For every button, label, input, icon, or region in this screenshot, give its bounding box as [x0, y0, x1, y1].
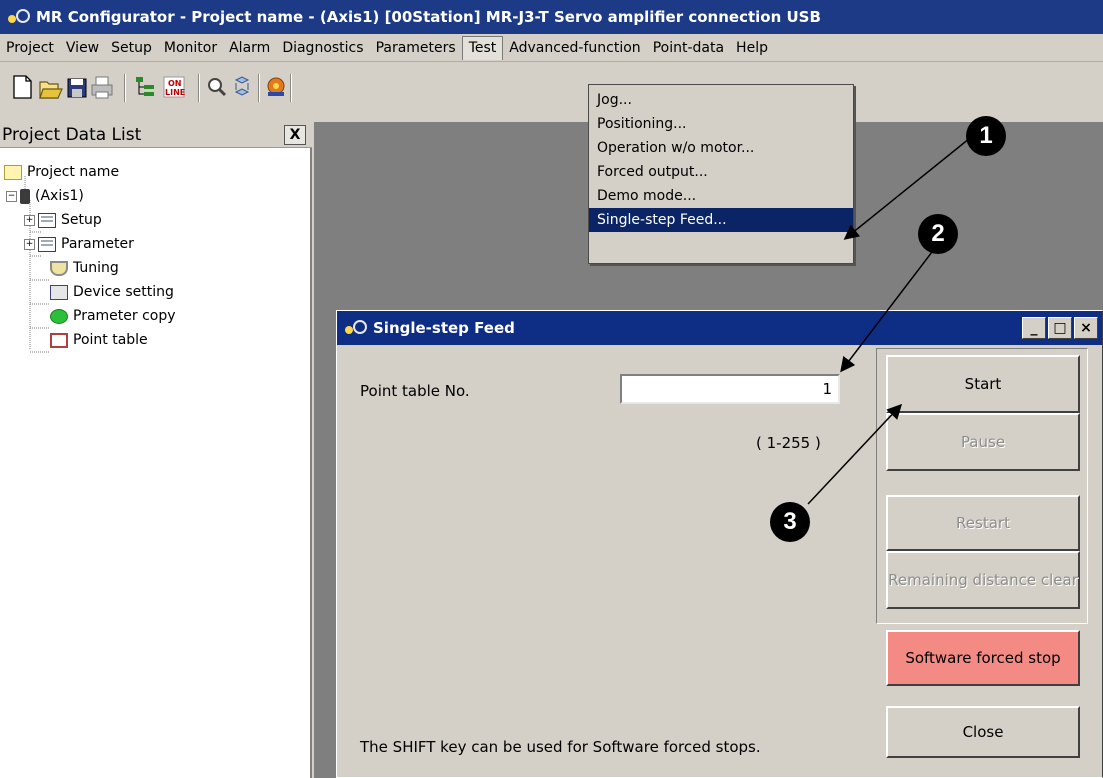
- menu-point-data[interactable]: Point-data: [647, 36, 730, 60]
- app-icon: [8, 9, 30, 25]
- tree-icon[interactable]: [136, 77, 154, 96]
- tree-item-parameter-copy[interactable]: Prameter copy: [50, 306, 176, 326]
- app-title: MR Configurator - Project name - (Axis1)…: [36, 8, 821, 26]
- point-table-label: Point table No.: [360, 382, 470, 400]
- collapse-icon[interactable]: −: [6, 190, 17, 202]
- expand-icon[interactable]: +: [24, 238, 35, 250]
- document-icon: [38, 212, 56, 228]
- tree-label-project: Project name: [27, 164, 120, 180]
- app-title-bar: MR Configurator - Project name - (Axis1)…: [0, 0, 1103, 34]
- minimize-icon[interactable]: _: [1022, 317, 1046, 339]
- tree-label-parameter: Parameter: [61, 236, 134, 252]
- tree-item-tuning[interactable]: Tuning: [50, 258, 119, 278]
- project-tree: Project name − (Axis1) + Setup + Paramet…: [0, 150, 310, 770]
- tuning-icon: [50, 260, 68, 276]
- device-setting-icon: [50, 284, 68, 300]
- project-data-panel: Project Data List X Project name − (Axis…: [0, 122, 312, 778]
- menu-item-jog[interactable]: Jog...: [589, 88, 853, 112]
- new-icon[interactable]: [13, 75, 32, 99]
- menu-parameters[interactable]: Parameters: [370, 36, 462, 60]
- tree-label-point-table: Point table: [73, 332, 148, 348]
- dialog-title-bar: Single-step Feed _ □ ×: [337, 311, 1102, 345]
- close-button[interactable]: Close: [886, 706, 1080, 758]
- settings-icon[interactable]: [267, 77, 285, 96]
- restart-button[interactable]: Restart: [886, 495, 1080, 551]
- menu-diagnostics[interactable]: Diagnostics: [276, 36, 369, 60]
- toolbar-icons: ON LINE: [13, 74, 292, 102]
- menu-setup[interactable]: Setup: [105, 36, 158, 60]
- save-icon[interactable]: [67, 78, 87, 98]
- menu-monitor[interactable]: Monitor: [158, 36, 223, 60]
- tree-item-parameter[interactable]: + Parameter: [24, 234, 134, 254]
- remaining-distance-clear-button[interactable]: Remaining distance clear: [886, 551, 1080, 609]
- tree-label-device-setting: Device setting: [73, 284, 174, 300]
- tree-item-point-table[interactable]: Point table: [50, 330, 148, 350]
- pause-button[interactable]: Pause: [886, 413, 1080, 471]
- tree-label-axis: (Axis1): [35, 188, 84, 204]
- software-forced-stop-button[interactable]: Software forced stop: [886, 630, 1080, 686]
- document-icon: [38, 236, 56, 252]
- tree-item-device-setting[interactable]: Device setting: [50, 282, 174, 302]
- expand-icon[interactable]: +: [24, 214, 35, 226]
- tree-item-project[interactable]: Project name: [4, 162, 119, 182]
- maximize-icon[interactable]: □: [1048, 317, 1072, 339]
- svg-text:ON: ON: [168, 79, 182, 88]
- toolbar: ON LINE: [0, 62, 1103, 122]
- parameter-copy-icon: [50, 308, 68, 324]
- menu-item-positioning[interactable]: Positioning...: [589, 112, 853, 136]
- tree-label-tuning: Tuning: [73, 260, 119, 276]
- menu-project[interactable]: Project: [0, 36, 60, 60]
- menu-item-operation-wo-motor[interactable]: Operation w/o motor...: [589, 136, 853, 160]
- tree-label-setup: Setup: [61, 212, 102, 228]
- online-icon[interactable]: ON LINE: [163, 76, 185, 98]
- search-icon[interactable]: [208, 78, 227, 97]
- start-button[interactable]: Start: [886, 355, 1080, 413]
- menu-help[interactable]: Help: [730, 36, 774, 60]
- print-icon[interactable]: [91, 76, 113, 99]
- callout-1: 1: [966, 116, 1006, 156]
- servo-amplifier-icon: [20, 188, 30, 204]
- callout-2: 2: [918, 214, 958, 254]
- tree-item-setup[interactable]: + Setup: [24, 210, 102, 230]
- menu-item-single-step-feed[interactable]: Single-step Feed...: [589, 208, 853, 232]
- menu-test[interactable]: Test: [461, 35, 504, 60]
- open-icon[interactable]: [39, 81, 63, 99]
- tree-label-parameter-copy: Prameter copy: [73, 308, 176, 324]
- panel-header: Project Data List X: [0, 122, 312, 148]
- range-label: ( 1-255 ): [756, 434, 821, 452]
- menu-alarm[interactable]: Alarm: [223, 36, 276, 60]
- menu-item-forced-output[interactable]: Forced output...: [589, 160, 853, 184]
- callout-3: 3: [770, 502, 810, 542]
- test-menu-dropdown: Jog... Positioning... Operation w/o moto…: [588, 84, 854, 264]
- dialog-app-icon: [345, 320, 367, 336]
- menu-view[interactable]: View: [60, 36, 105, 60]
- panel-title: Project Data List: [2, 124, 142, 145]
- menu-item-demo-mode[interactable]: Demo mode...: [589, 184, 853, 208]
- folder-icon: [4, 164, 22, 180]
- shift-key-hint: The SHIFT key can be used for Software f…: [360, 738, 761, 756]
- window-controls: _ □ ×: [1022, 317, 1098, 339]
- dialog-title: Single-step Feed: [373, 319, 515, 337]
- close-icon[interactable]: ×: [1074, 317, 1098, 339]
- convert-icon[interactable]: [234, 76, 250, 96]
- svg-text:LINE: LINE: [165, 88, 185, 97]
- menu-advanced-function[interactable]: Advanced-function: [503, 36, 646, 60]
- point-table-input[interactable]: 1: [620, 374, 840, 404]
- point-table-icon: [50, 332, 68, 348]
- menu-bar: Project View Setup Monitor Alarm Diagnos…: [0, 34, 1103, 62]
- tree-item-axis[interactable]: − (Axis1): [6, 186, 84, 206]
- panel-close-button[interactable]: X: [284, 125, 306, 145]
